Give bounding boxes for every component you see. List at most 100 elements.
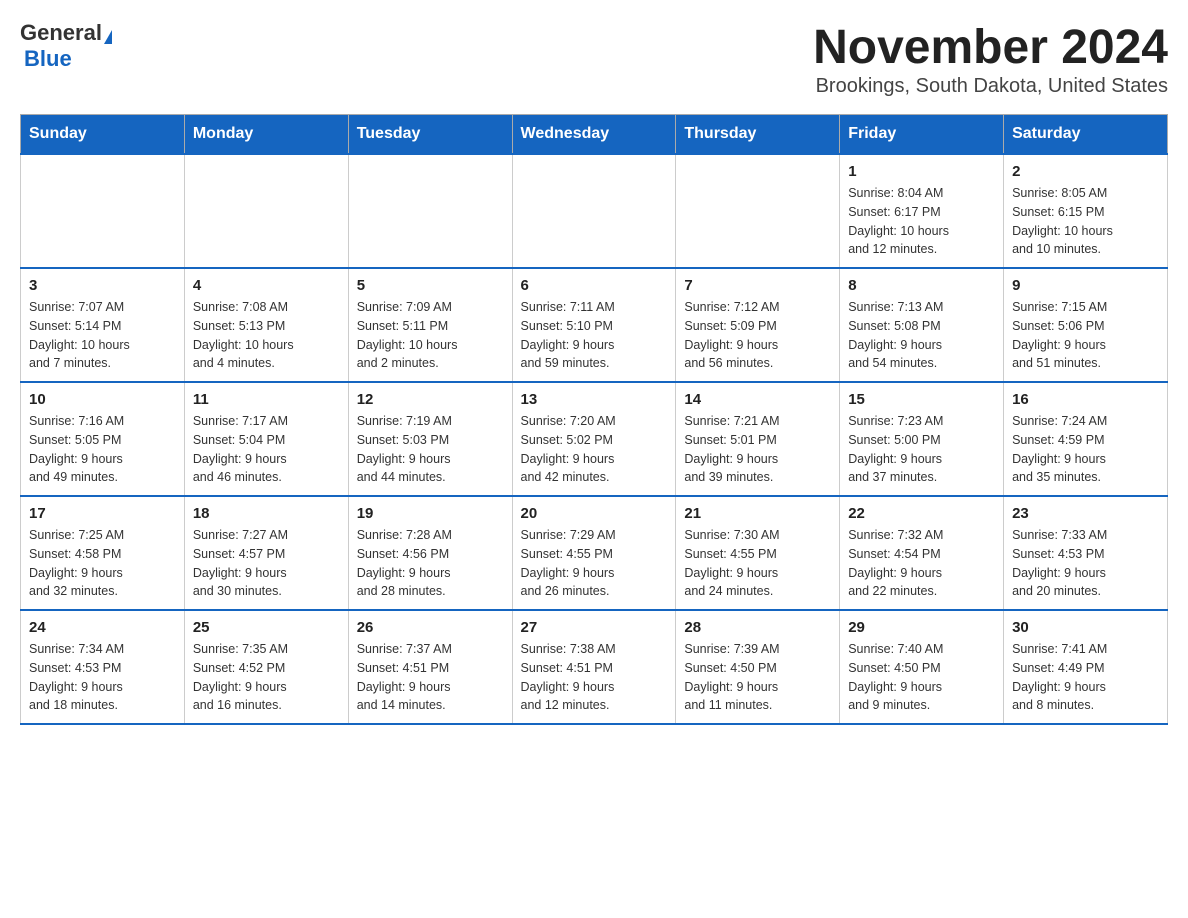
week-row-5: 24 Sunrise: 7:34 AMSunset: 4:53 PMDayligh…: [21, 610, 1168, 724]
day-info: Sunrise: 7:35 AMSunset: 4:52 PMDaylight:…: [193, 640, 340, 715]
calendar-cell: 27 Sunrise: 7:38 AMSunset: 4:51 PMDayligh…: [512, 610, 676, 724]
header-sunday: Sunday: [21, 115, 185, 155]
title-block: November 2024 Brookings, South Dakota, U…: [813, 20, 1168, 98]
day-number: 18: [193, 505, 340, 522]
calendar-cell: 3 Sunrise: 7:07 AMSunset: 5:14 PMDaylight…: [21, 268, 185, 382]
calendar-cell: 14 Sunrise: 7:21 AMSunset: 5:01 PMDayligh…: [676, 382, 840, 496]
day-info: Sunrise: 7:07 AMSunset: 5:14 PMDaylight:…: [29, 298, 176, 373]
calendar-cell: [348, 154, 512, 268]
header-monday: Monday: [184, 115, 348, 155]
day-number: 30: [1012, 619, 1159, 636]
calendar-cell: 16Sunrise: 7:24 AMSunset: 4:59 PMDayligh…: [1004, 382, 1168, 496]
day-info: Sunrise: 7:11 AMSunset: 5:10 PMDaylight:…: [521, 298, 668, 373]
header-wednesday: Wednesday: [512, 115, 676, 155]
day-number: 3: [29, 277, 176, 294]
day-number: 29: [848, 619, 995, 636]
day-number: 9: [1012, 277, 1159, 294]
day-info: Sunrise: 7:25 AMSunset: 4:58 PMDaylight:…: [29, 526, 176, 601]
calendar-cell: 6Sunrise: 7:11 AMSunset: 5:10 PMDaylight…: [512, 268, 676, 382]
day-number: 11: [193, 391, 340, 408]
header-saturday: Saturday: [1004, 115, 1168, 155]
calendar-cell: 30 Sunrise: 7:41 AMSunset: 4:49 PMDayligh…: [1004, 610, 1168, 724]
day-info: Sunrise: 7:41 AMSunset: 4:49 PMDaylight:…: [1012, 640, 1159, 715]
day-info: Sunrise: 7:20 AMSunset: 5:02 PMDaylight:…: [521, 412, 668, 487]
day-info: Sunrise: 7:39 AMSunset: 4:50 PMDaylight:…: [684, 640, 831, 715]
calendar-cell: [676, 154, 840, 268]
day-number: 4: [193, 277, 340, 294]
calendar-cell: 28 Sunrise: 7:39 AMSunset: 4:50 PMDayligh…: [676, 610, 840, 724]
header-tuesday: Tuesday: [348, 115, 512, 155]
week-row-1: 1Sunrise: 8:04 AMSunset: 6:17 PMDaylight…: [21, 154, 1168, 268]
day-info: Sunrise: 7:21 AMSunset: 5:01 PMDaylight:…: [684, 412, 831, 487]
day-info: Sunrise: 7:08 AMSunset: 5:13 PMDaylight:…: [193, 298, 340, 373]
calendar-cell: 23 Sunrise: 7:33 AMSunset: 4:53 PMDayligh…: [1004, 496, 1168, 610]
day-info: Sunrise: 7:32 AMSunset: 4:54 PMDaylight:…: [848, 526, 995, 601]
day-number: 25: [193, 619, 340, 636]
day-number: 21: [684, 505, 831, 522]
header-friday: Friday: [840, 115, 1004, 155]
day-info: Sunrise: 7:23 AMSunset: 5:00 PMDaylight:…: [848, 412, 995, 487]
day-info: Sunrise: 7:34 AMSunset: 4:53 PMDaylight:…: [29, 640, 176, 715]
day-info: Sunrise: 8:05 AMSunset: 6:15 PMDaylight:…: [1012, 184, 1159, 259]
week-row-3: 10Sunrise: 7:16 AMSunset: 5:05 PMDayligh…: [21, 382, 1168, 496]
day-number: 23: [1012, 505, 1159, 522]
day-number: 20: [521, 505, 668, 522]
calendar-cell: 19Sunrise: 7:28 AMSunset: 4:56 PMDayligh…: [348, 496, 512, 610]
calendar-cell: 15 Sunrise: 7:23 AMSunset: 5:00 PMDayligh…: [840, 382, 1004, 496]
day-number: 10: [29, 391, 176, 408]
day-info: Sunrise: 7:37 AMSunset: 4:51 PMDaylight:…: [357, 640, 504, 715]
header-thursday: Thursday: [676, 115, 840, 155]
calendar-cell: 1Sunrise: 8:04 AMSunset: 6:17 PMDaylight…: [840, 154, 1004, 268]
day-info: Sunrise: 7:38 AMSunset: 4:51 PMDaylight:…: [521, 640, 668, 715]
calendar-cell: 2 Sunrise: 8:05 AMSunset: 6:15 PMDaylight…: [1004, 154, 1168, 268]
calendar-cell: 10Sunrise: 7:16 AMSunset: 5:05 PMDayligh…: [21, 382, 185, 496]
calendar-cell: [21, 154, 185, 268]
day-info: Sunrise: 7:24 AMSunset: 4:59 PMDaylight:…: [1012, 412, 1159, 487]
day-info: Sunrise: 7:17 AMSunset: 5:04 PMDaylight:…: [193, 412, 340, 487]
day-info: Sunrise: 7:40 AMSunset: 4:50 PMDaylight:…: [848, 640, 995, 715]
day-number: 14: [684, 391, 831, 408]
day-info: Sunrise: 7:12 AMSunset: 5:09 PMDaylight:…: [684, 298, 831, 373]
day-number: 19: [357, 505, 504, 522]
day-number: 15: [848, 391, 995, 408]
calendar-cell: 12 Sunrise: 7:19 AMSunset: 5:03 PMDayligh…: [348, 382, 512, 496]
day-number: 13: [521, 391, 668, 408]
day-number: 12: [357, 391, 504, 408]
day-number: 27: [521, 619, 668, 636]
day-number: 24: [29, 619, 176, 636]
day-number: 26: [357, 619, 504, 636]
day-number: 5: [357, 277, 504, 294]
calendar-cell: 17 Sunrise: 7:25 AMSunset: 4:58 PMDayligh…: [21, 496, 185, 610]
day-number: 8: [848, 277, 995, 294]
day-info: Sunrise: 7:33 AMSunset: 4:53 PMDaylight:…: [1012, 526, 1159, 601]
calendar-cell: 8Sunrise: 7:13 AMSunset: 5:08 PMDaylight…: [840, 268, 1004, 382]
day-number: 17: [29, 505, 176, 522]
logo: General Blue: [20, 20, 112, 72]
day-number: 28: [684, 619, 831, 636]
logo-text: General: [20, 20, 112, 46]
week-row-4: 17 Sunrise: 7:25 AMSunset: 4:58 PMDayligh…: [21, 496, 1168, 610]
logo-general: General: [20, 20, 102, 46]
calendar-cell: 25 Sunrise: 7:35 AMSunset: 4:52 PMDayligh…: [184, 610, 348, 724]
calendar-cell: [184, 154, 348, 268]
page-header: General Blue November 2024 Brookings, So…: [20, 20, 1168, 98]
calendar-cell: 20 Sunrise: 7:29 AMSunset: 4:55 PMDayligh…: [512, 496, 676, 610]
calendar-cell: 29 Sunrise: 7:40 AMSunset: 4:50 PMDayligh…: [840, 610, 1004, 724]
day-number: 22: [848, 505, 995, 522]
calendar-cell: 5Sunrise: 7:09 AMSunset: 5:11 PMDaylight…: [348, 268, 512, 382]
calendar-cell: 4 Sunrise: 7:08 AMSunset: 5:13 PMDaylight…: [184, 268, 348, 382]
day-info: Sunrise: 8:04 AMSunset: 6:17 PMDaylight:…: [848, 184, 995, 259]
day-info: Sunrise: 7:27 AMSunset: 4:57 PMDaylight:…: [193, 526, 340, 601]
logo-blue: Blue: [24, 46, 72, 72]
calendar-cell: 26 Sunrise: 7:37 AMSunset: 4:51 PMDayligh…: [348, 610, 512, 724]
page-subtitle: Brookings, South Dakota, United States: [813, 75, 1168, 98]
day-info: Sunrise: 7:19 AMSunset: 5:03 PMDaylight:…: [357, 412, 504, 487]
day-info: Sunrise: 7:15 AMSunset: 5:06 PMDaylight:…: [1012, 298, 1159, 373]
day-info: Sunrise: 7:30 AMSunset: 4:55 PMDaylight:…: [684, 526, 831, 601]
day-info: Sunrise: 7:29 AMSunset: 4:55 PMDaylight:…: [521, 526, 668, 601]
day-number: 7: [684, 277, 831, 294]
calendar-cell: 24 Sunrise: 7:34 AMSunset: 4:53 PMDayligh…: [21, 610, 185, 724]
day-number: 2: [1012, 163, 1159, 180]
week-row-2: 3 Sunrise: 7:07 AMSunset: 5:14 PMDaylight…: [21, 268, 1168, 382]
calendar-cell: 18 Sunrise: 7:27 AMSunset: 4:57 PMDayligh…: [184, 496, 348, 610]
